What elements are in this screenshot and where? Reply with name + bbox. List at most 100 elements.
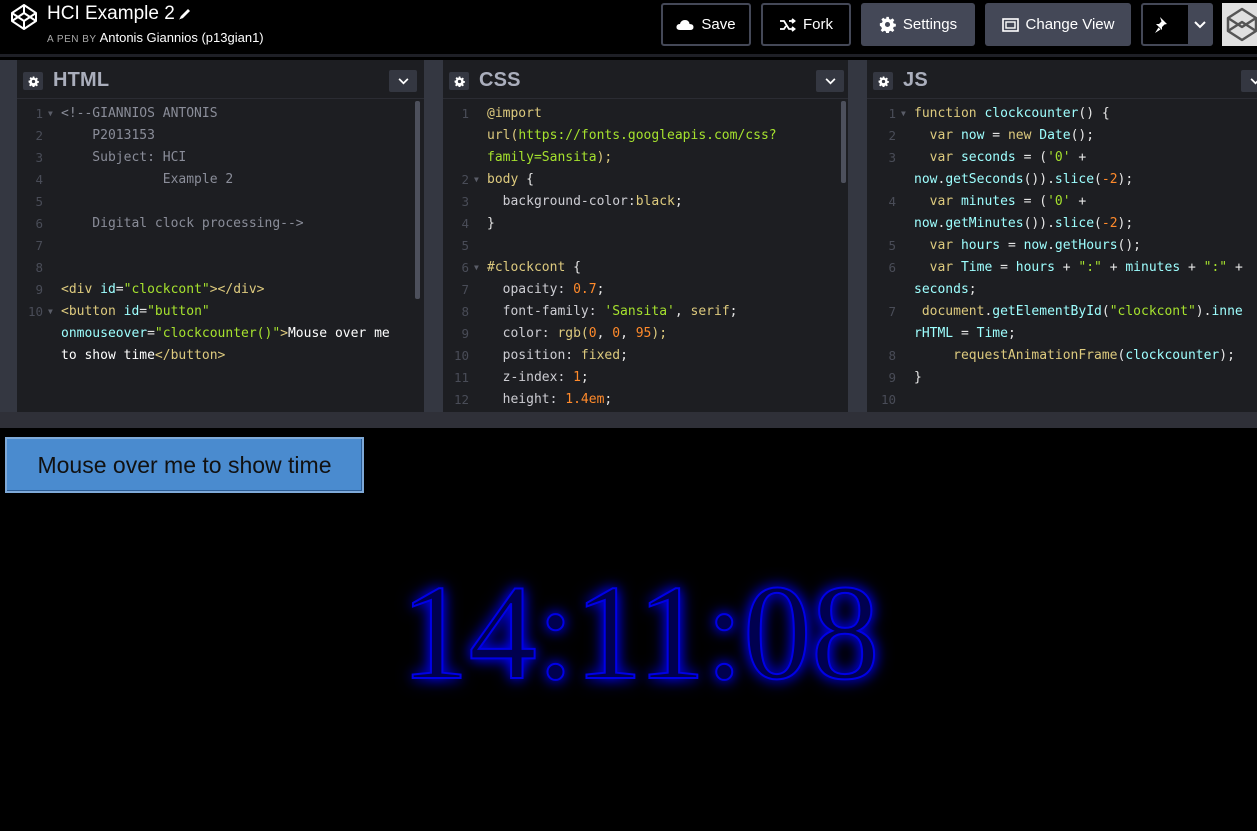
code-token: black bbox=[635, 194, 675, 209]
js-editor-title: JS bbox=[903, 69, 928, 91]
fold-arrow-icon[interactable]: ▼ bbox=[48, 103, 53, 125]
pen-title[interactable]: HCI Example 2 bbox=[47, 3, 175, 25]
code-token: ); bbox=[1117, 216, 1134, 231]
code-token: 1 bbox=[573, 370, 581, 385]
code-token: , bbox=[620, 326, 636, 341]
code-token: id bbox=[123, 304, 140, 319]
code-token: + bbox=[1187, 260, 1204, 275]
js-settings-button[interactable] bbox=[873, 72, 893, 90]
code-token: minutes bbox=[1125, 260, 1188, 275]
author-link[interactable]: Antonis Giannios (p13gian1) bbox=[100, 30, 264, 45]
css-code-area[interactable]: 1 @import url(https://fonts.googleapis.com… bbox=[443, 98, 848, 412]
pencil-edit-icon[interactable] bbox=[178, 6, 192, 22]
html-editor-menu-button[interactable] bbox=[389, 70, 417, 92]
fold-arrow-icon[interactable]: ▼ bbox=[474, 169, 479, 191]
html-editor: HTML 1 ▼ <!--GIANNIOS ANTONIS 2 P2013153 3 S… bbox=[17, 60, 424, 412]
code-token: ></div> bbox=[209, 282, 265, 297]
js-editor-header: JS bbox=[867, 64, 1257, 98]
fold-arrow-icon[interactable]: ▼ bbox=[474, 257, 479, 279]
header: HCI Example 2 A PEN BY Antonis Giannios (… bbox=[0, 0, 1257, 57]
css-editor-title: CSS bbox=[479, 69, 521, 91]
layout-view-icon bbox=[1001, 17, 1019, 32]
code-token: ( bbox=[1094, 172, 1102, 187]
fork-button[interactable]: Fork bbox=[761, 3, 851, 46]
code-token: ( bbox=[1101, 304, 1110, 319]
user-avatar[interactable] bbox=[1222, 3, 1257, 46]
code-token: 0 bbox=[612, 326, 621, 341]
line-number: 8 bbox=[35, 260, 43, 275]
code-text: var hours = now.getHours(); bbox=[914, 235, 1141, 257]
code-token: Digital clock processing--> bbox=[61, 216, 304, 231]
editor-resizer-left[interactable] bbox=[0, 60, 17, 412]
code-token: () { bbox=[1078, 106, 1110, 121]
show-time-button[interactable]: Mouse over me to show time bbox=[5, 437, 364, 493]
save-button[interactable]: Save bbox=[661, 3, 751, 46]
code-text: function clockcounter() { bbox=[914, 103, 1110, 125]
line-number: 12 bbox=[453, 392, 469, 407]
code-token: ; bbox=[580, 370, 589, 385]
code-token: + bbox=[1062, 260, 1079, 275]
line-number: 6 bbox=[461, 260, 469, 275]
settings-button[interactable]: Settings bbox=[861, 3, 975, 46]
js-code-area[interactable]: 1 ▼ function clockcounter() { 2 var now = n… bbox=[867, 98, 1257, 412]
pin-button[interactable] bbox=[1143, 5, 1181, 44]
digital-clock: 14:11:08 bbox=[400, 558, 881, 708]
code-token: fixed bbox=[580, 348, 621, 363]
css-editor-menu-button[interactable] bbox=[816, 70, 844, 92]
js-editor-menu-button[interactable] bbox=[1241, 70, 1257, 92]
code-text: seconds; bbox=[914, 279, 977, 301]
output-resize-bar[interactable] bbox=[0, 412, 1257, 428]
code-token: opacity: bbox=[487, 282, 574, 297]
html-settings-button[interactable] bbox=[23, 72, 43, 90]
pin-button-group[interactable] bbox=[1141, 3, 1213, 46]
change-view-button[interactable]: Change View bbox=[985, 3, 1131, 46]
line-number: 10 bbox=[880, 392, 896, 407]
code-text: var seconds = ('0' + bbox=[914, 147, 1087, 169]
editor-resizer-html-css[interactable] bbox=[424, 60, 443, 412]
code-text: now.getSeconds()).slice(-2); bbox=[914, 169, 1133, 191]
line-number: 8 bbox=[461, 304, 469, 319]
pin-dropdown-button[interactable] bbox=[1188, 5, 1211, 44]
code-token: font-family: bbox=[487, 304, 605, 319]
line-number: 4 bbox=[35, 172, 43, 187]
code-token: </button> bbox=[154, 348, 226, 363]
html-editor-header: HTML bbox=[17, 64, 424, 98]
code-token: 0.7 bbox=[573, 282, 597, 297]
fold-arrow-icon[interactable]: ▼ bbox=[48, 301, 53, 323]
code-token: Example 2 bbox=[61, 172, 234, 187]
line-number: 1 bbox=[35, 106, 43, 121]
css-settings-button[interactable] bbox=[449, 72, 469, 90]
line-number: 9 bbox=[461, 326, 469, 341]
html-scrollbar[interactable] bbox=[415, 101, 420, 299]
code-token: now bbox=[1023, 238, 1048, 253]
code-token: ; bbox=[968, 282, 977, 297]
code-token: ). bbox=[1195, 304, 1212, 319]
code-token: = bbox=[139, 304, 148, 319]
line-number: 4 bbox=[461, 216, 469, 231]
code-token: now bbox=[914, 172, 938, 187]
code-token: seconds bbox=[914, 282, 969, 297]
codepen-avatar-icon bbox=[1222, 3, 1257, 46]
code-token: now bbox=[914, 216, 938, 231]
code-token: var bbox=[914, 238, 961, 253]
js-editor: JS 1 ▼ function clockcounter() { 2 var now … bbox=[867, 60, 1257, 412]
code-token: ":" bbox=[1078, 260, 1102, 275]
line-number: 1 bbox=[461, 106, 469, 121]
code-token: = bbox=[992, 128, 1008, 143]
codepen-logo-icon[interactable] bbox=[9, 2, 39, 32]
code-token: z-index: bbox=[487, 370, 574, 385]
editor-resizer-css-js[interactable] bbox=[848, 60, 867, 412]
code-token: var bbox=[914, 194, 961, 209]
css-scrollbar[interactable] bbox=[841, 101, 846, 183]
line-number: 9 bbox=[35, 282, 43, 297]
html-code-area[interactable]: 1 ▼ <!--GIANNIOS ANTONIS 2 P2013153 3 Subjec… bbox=[17, 98, 424, 412]
code-text: opacity: 0.7; bbox=[487, 279, 605, 301]
code-token: hours bbox=[1015, 260, 1063, 275]
code-token: ; bbox=[620, 348, 628, 363]
code-token: 1.4em bbox=[565, 392, 605, 407]
code-text: font-family: 'Sansita', serif; bbox=[487, 301, 738, 323]
line-number: 1 bbox=[888, 106, 896, 121]
line-number: 2 bbox=[888, 128, 896, 143]
fold-arrow-icon[interactable]: ▼ bbox=[901, 103, 906, 125]
line-number: 9 bbox=[888, 370, 896, 385]
